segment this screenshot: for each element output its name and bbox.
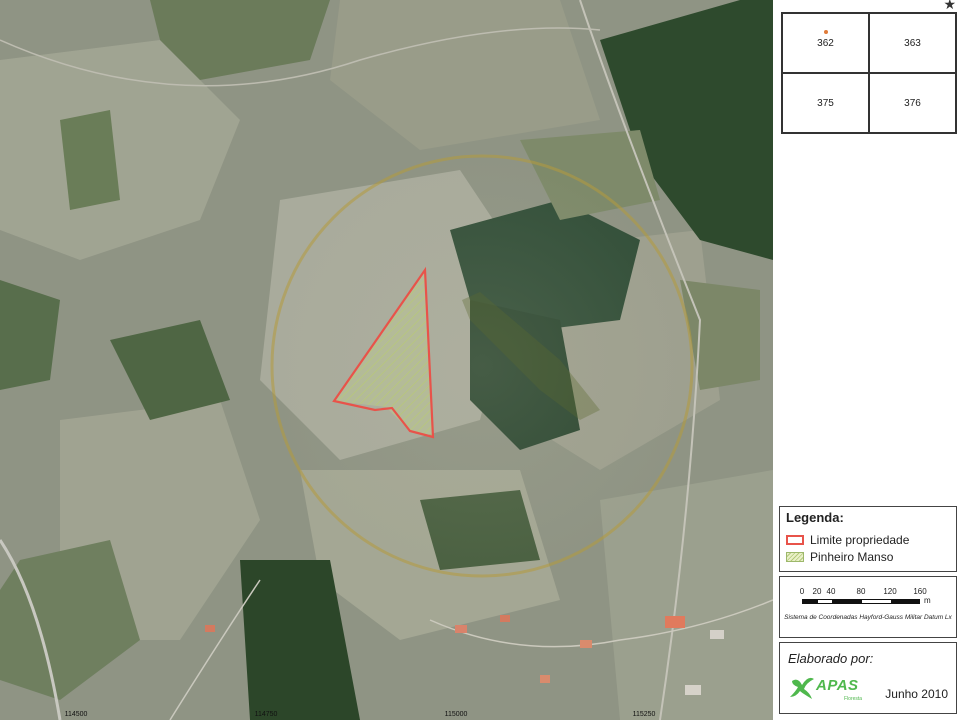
scale-unit: m — [924, 596, 931, 605]
index-cell-376: 376 — [869, 73, 956, 133]
scale-labels: 0 20 40 80 120 160 — [799, 587, 942, 597]
scale-tick-label: 160 — [913, 587, 927, 596]
apas-logo: APAS Floresta — [788, 671, 868, 707]
legend-item: Limite propriedade — [786, 531, 950, 548]
index-cell-label: 375 — [817, 97, 834, 109]
scale-tick-label: 40 — [826, 587, 836, 596]
scale-bar — [802, 599, 920, 604]
sheet-index-grid: 362 363 375 376 — [781, 12, 957, 134]
logo-text: APAS — [816, 677, 859, 694]
scale-tick-label: 80 — [856, 587, 866, 596]
buffer-ring — [272, 156, 692, 576]
index-cell-362: 362 — [782, 13, 869, 73]
coordinate-system-note: Sistema de Coordenadas Hayford-Gauss Mil… — [784, 614, 952, 621]
index-cell-363: 363 — [869, 13, 956, 73]
hatched-green-swatch-icon — [786, 551, 804, 562]
map-sidebar: ★ 362 363 375 376 Legenda: Limite propri… — [773, 0, 960, 720]
index-cell-label: 362 — [817, 37, 834, 49]
legend-item-label: Pinheiro Manso — [810, 549, 894, 564]
index-cell-label: 363 — [904, 37, 921, 49]
aerial-photo — [0, 0, 773, 720]
scale-tick-label: 0 — [799, 587, 805, 596]
location-dot-icon — [824, 30, 828, 34]
x-coordinate-label: 115000 — [444, 711, 468, 718]
x-coordinate-label: 114750 — [254, 711, 278, 718]
scale-tick-label: 120 — [883, 587, 897, 596]
scale-tick-label: 20 — [812, 587, 822, 596]
logo-subtext: Floresta — [844, 696, 863, 702]
scale-bar-box: 0 20 40 80 120 160 m Sistema de Coordena… — [779, 576, 957, 638]
x-coordinate-label: 115250 — [632, 711, 656, 718]
x-coordinate-label: 114500 — [64, 711, 88, 718]
leaf-icon — [790, 677, 814, 699]
credit-label: Elaborado por: — [788, 651, 874, 666]
aerial-map[interactable] — [0, 0, 773, 720]
index-cell-375: 375 — [782, 73, 869, 133]
map-date: Junho 2010 — [885, 687, 948, 701]
legend: Legenda: Limite propriedade Pinheiro Man… — [779, 506, 957, 572]
legend-item-label: Limite propriedade — [810, 532, 910, 547]
red-outline-swatch-icon — [786, 534, 804, 545]
legend-title: Legenda: — [786, 510, 844, 525]
legend-item: Pinheiro Manso — [786, 548, 950, 565]
index-cell-label: 376 — [904, 97, 921, 109]
credits: Elaborado por: APAS Floresta Junho 2010 — [779, 642, 957, 714]
